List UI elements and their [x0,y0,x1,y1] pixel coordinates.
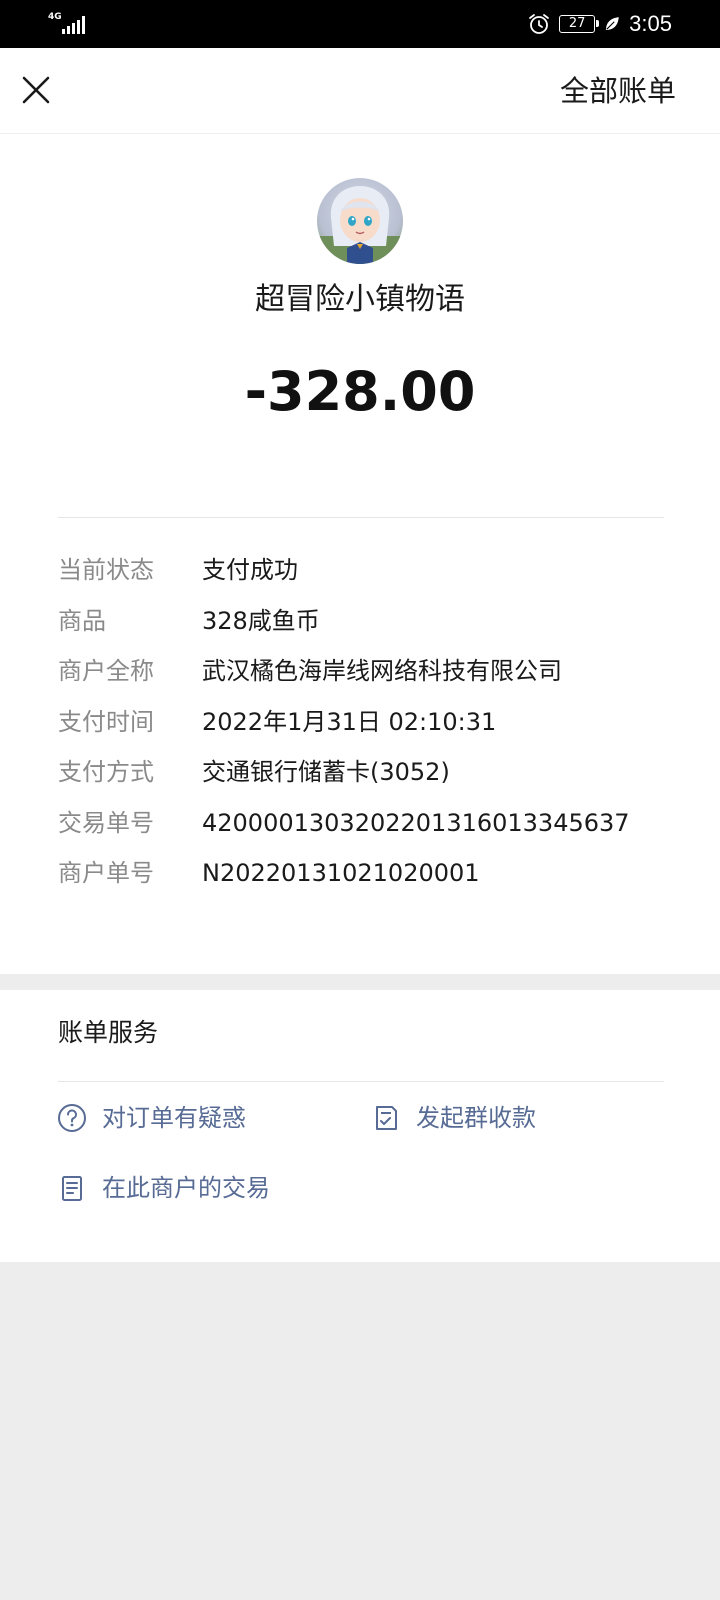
merchant-name: 超冒险小镇物语 [255,282,465,317]
service-label: 发起群收款 [416,1104,536,1132]
document-icon [62,1176,82,1201]
close-icon [22,76,50,104]
alarm-icon [529,14,550,34]
detail-value: 武汉橘色海岸线网络科技有限公司 [202,657,562,685]
services-title: 账单服务 [58,1018,159,1047]
close-button[interactable] [18,70,54,110]
detail-label: 商品 [58,606,106,635]
group-collect-button[interactable]: 发起群收款 [370,1102,536,1134]
clock: 3:05 [629,11,672,36]
receipt-check-icon [376,1106,397,1130]
detail-value: 4200001303202201316013345637 [202,808,630,837]
detail-list: 当前状态 支付成功 商品 328咸鱼币 商户全称 武汉橘色海岸线网络科技有限公司… [58,548,678,902]
network-type: 4G [48,12,62,22]
merchant-avatar [317,178,403,264]
all-bills-link[interactable]: 全部账单 [560,72,676,110]
battery-indicator: 27 [559,15,600,33]
leaf-icon [606,17,619,30]
merchant-transactions-button[interactable]: 在此商户的交易 [56,1172,270,1204]
detail-row-transaction-id: 交易单号 4200001303202201316013345637 [58,801,678,852]
detail-label: 支付方式 [58,758,154,786]
detail-row-merchant-order-id: 商户单号 N20220131021020001 [58,851,678,902]
detail-value: 支付成功 [202,556,298,584]
detail-row-product: 商品 328咸鱼币 [58,599,678,650]
detail-label: 商户全称 [58,657,154,685]
service-label: 对订单有疑惑 [102,1104,246,1132]
divider [58,517,664,518]
detail-row-pay-method: 支付方式 交通银行储蓄卡(3052) [58,750,678,801]
divider [58,1081,664,1082]
detail-label: 交易单号 [58,808,154,837]
detail-value: 2022年1月31日 02:10:31 [202,707,497,736]
bill-services-card: 账单服务 对订单有疑惑 发起群收款 在此商户的交易 [0,990,720,1262]
payment-amount: -328.00 [244,360,476,423]
cellular-signal-icon: 4G [48,12,85,36]
detail-label: 当前状态 [58,556,154,584]
bill-detail-card: 超冒险小镇物语 -328.00 当前状态 支付成功 商品 328咸鱼币 商户全称… [0,134,720,974]
detail-row-merchant-fullname: 商户全称 武汉橘色海岸线网络科技有限公司 [58,649,678,700]
detail-label: 支付时间 [58,707,154,736]
header-bar: 全部账单 [0,48,720,134]
question-icon [58,1104,86,1132]
detail-value: N20220131021020001 [202,859,480,887]
order-question-button[interactable]: 对订单有疑惑 [56,1102,246,1134]
detail-value: 328咸鱼币 [202,606,320,635]
detail-label: 商户单号 [58,859,154,887]
service-label: 在此商户的交易 [102,1174,270,1202]
status-bar: 4G 27 3:05 [0,0,720,48]
detail-value: 交通银行储蓄卡(3052) [202,758,450,786]
detail-row-status: 当前状态 支付成功 [58,548,678,599]
detail-row-pay-time: 支付时间 2022年1月31日 02:10:31 [58,700,678,751]
